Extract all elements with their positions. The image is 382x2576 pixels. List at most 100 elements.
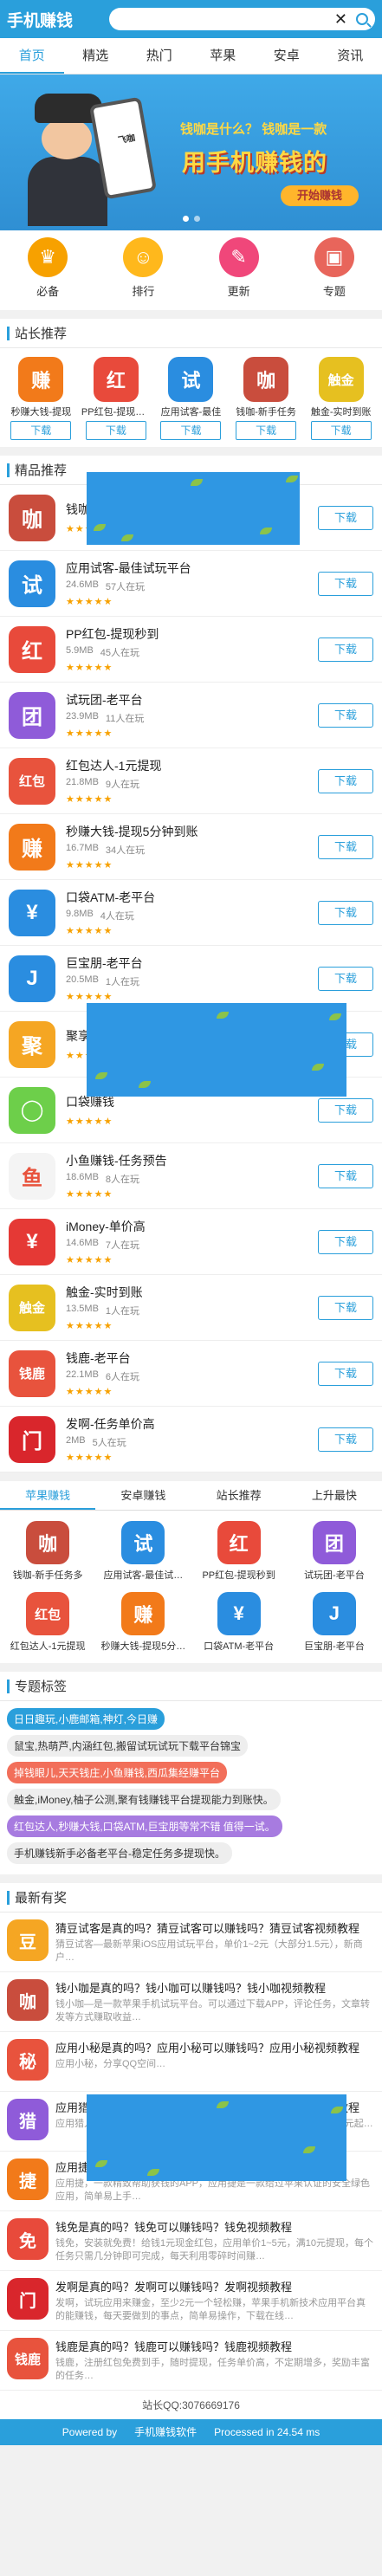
ad-overlay[interactable] — [87, 472, 300, 545]
app-name[interactable]: 应用试客-最佳试玩平台 — [66, 560, 318, 577]
app-name[interactable]: PP红包-提现秒到 — [66, 625, 318, 643]
nav-hot[interactable]: 热门 — [127, 38, 191, 74]
app-row[interactable]: 红 PP红包-提现秒到 5.9MB 45人在玩 ★★★★★ 下载 — [0, 617, 382, 683]
news-item[interactable]: 免钱免是真的吗？钱免可以赚钱吗？钱免视频教程 钱免，安装就免费！给钱1元现金红包，… — [0, 2211, 382, 2271]
app-icon[interactable]: 红包 — [9, 757, 55, 805]
download-button[interactable]: 下载 — [318, 834, 373, 859]
app-row[interactable]: 赚秒赚大钱-提现5分钟到账 16.7MB 34人在玩 ★★★★★ 下载 — [0, 814, 382, 880]
app-icon[interactable]: J — [312, 1592, 356, 1635]
news-title[interactable]: 钱鹿是真的吗？钱鹿可以赚钱吗？钱鹿视频教程 — [55, 2338, 367, 2354]
app-name[interactable]: 试玩团-老平台 — [66, 691, 318, 709]
ad-overlay[interactable] — [87, 2094, 346, 2181]
app-icon[interactable]: 试 — [121, 1521, 165, 1564]
topic-tag[interactable]: 红包达人,秒赚大钱,口袋ATM,巨宝朋等常不错 值得一试。 — [7, 1815, 282, 1837]
app-icon[interactable]: 聚 — [9, 1020, 55, 1068]
app-row[interactable]: 团试玩团-老平台 23.9MB 11人在玩 ★★★★★ 下载 — [0, 683, 382, 748]
app-icon[interactable]: ¥ — [9, 1218, 55, 1265]
app-icon[interactable]: 门 — [9, 1415, 55, 1463]
download-button[interactable]: 下载 — [318, 637, 373, 662]
app-icon[interactable]: 钱鹿 — [9, 1349, 55, 1397]
app-icon[interactable]: 猎 — [7, 2099, 49, 2140]
download-button[interactable]: 下载 — [318, 702, 373, 728]
app-icon[interactable]: 红包 — [26, 1592, 70, 1635]
app-icon[interactable]: 咖 — [26, 1521, 70, 1564]
category-app[interactable]: 团试玩团-老平台 — [287, 1516, 382, 1587]
category-app[interactable]: 红 PP红包-提现秒到 — [191, 1516, 287, 1587]
category-app[interactable]: 红包 红包达人-1元提现 — [0, 1587, 95, 1658]
app-name[interactable]: iMoney-单价高 — [66, 1218, 318, 1235]
category-tab[interactable]: 上升最快 — [287, 1481, 382, 1510]
category-app[interactable]: ¥ 口袋ATM-老平台 — [191, 1587, 287, 1658]
category-app[interactable]: J 巨宝朋-老平台 — [287, 1587, 382, 1658]
app-row[interactable]: 钱鹿 钱鹿-老平台 22.1MB 6人在玩 ★★★★★ 下载 — [0, 1341, 382, 1407]
recommend-app-name[interactable]: 应用试客-最佳 — [156, 405, 225, 418]
app-icon[interactable]: 触金 — [9, 1284, 55, 1331]
download-button[interactable]: 下载 — [318, 768, 373, 793]
download-button[interactable]: 下载 — [318, 900, 373, 925]
category-tab[interactable]: 安卓赚钱 — [95, 1481, 191, 1510]
topic-tag[interactable]: 触金,iMoney,柚子公测,聚有钱赚钱平台提现能力到账快。 — [7, 1789, 281, 1810]
news-title[interactable]: 应用小秘是真的吗？应用小秘可以赚钱吗？应用小秘视频教程 — [55, 2039, 367, 2055]
app-icon[interactable]: 红 — [9, 625, 55, 673]
nav-news[interactable]: 资讯 — [319, 38, 382, 74]
app-icon[interactable]: 门 — [7, 2278, 49, 2320]
app-name[interactable]: 秒赚大钱-提现5分钟到账 — [66, 823, 318, 840]
app-name[interactable]: 小鱼赚钱-任务预告 — [66, 1152, 318, 1169]
app-icon[interactable]: 咖 — [7, 1979, 49, 2021]
banner-dot[interactable] — [182, 216, 189, 222]
download-button[interactable]: 下载 — [236, 421, 297, 440]
banner-dot[interactable] — [193, 216, 200, 222]
app-row[interactable]: ¥ iMoney-单价高 14.6MB 7人在玩 ★★★★★ 下载 — [0, 1209, 382, 1275]
news-title[interactable]: 钱免是真的吗？钱免可以赚钱吗？钱免视频教程 — [55, 2218, 367, 2235]
app-row[interactable]: 触金 触金-实时到账 13.5MB 1人在玩 ★★★★★ 下载 — [0, 1275, 382, 1341]
app-icon[interactable]: 团 — [312, 1521, 356, 1564]
start-earning-button[interactable]: 开始赚钱 — [281, 185, 359, 206]
app-icon[interactable]: 鱼 — [9, 1152, 55, 1200]
category-app[interactable]: 试应用试客-最佳试… — [95, 1516, 191, 1587]
download-button[interactable]: 下载 — [160, 421, 222, 440]
news-title[interactable]: 发啊是真的吗？发啊可以赚钱吗？发啊视频教程 — [55, 2278, 367, 2294]
app-icon[interactable]: 豆 — [7, 1919, 49, 1961]
download-button[interactable]: 下载 — [318, 1097, 373, 1123]
app-icon[interactable]: 团 — [9, 691, 55, 739]
news-item[interactable]: 门发啊是真的吗？发啊可以赚钱吗？发啊视频教程 发啊，试玩应用来赚金，至少2元一个轻… — [0, 2271, 382, 2331]
nav-home[interactable]: 首页 — [0, 38, 64, 74]
nav-android[interactable]: 安卓 — [255, 38, 319, 74]
ad-overlay[interactable] — [87, 1003, 346, 1097]
app-icon[interactable]: 咖 — [9, 494, 55, 541]
app-row[interactable]: J 巨宝朋-老平台 20.5MB 1人在玩 ★★★★★ 下载 — [0, 946, 382, 1012]
app-icon[interactable]: 钱鹿 — [7, 2338, 49, 2379]
app-row[interactable]: 试应用试客-最佳试玩平台 24.6MB 57人在玩 ★★★★★ 下载 — [0, 551, 382, 617]
app-icon[interactable]: 秘 — [7, 2039, 49, 2081]
category-app[interactable]: 赚秒赚大钱-提现5分… — [95, 1587, 191, 1658]
download-button[interactable]: 下载 — [10, 421, 72, 440]
recommend-app-name[interactable]: PP红包-提现秒到 — [81, 405, 151, 418]
app-icon[interactable]: 赚 — [9, 823, 55, 871]
nav-apple[interactable]: 苹果 — [191, 38, 256, 74]
app-icon[interactable]: ¥ — [217, 1592, 261, 1635]
news-item[interactable]: 秘应用小秘是真的吗？应用小秘可以赚钱吗？应用小秘视频教程 应用小秘，分享QQ空间… — [0, 2032, 382, 2092]
quick-link-0[interactable]: ♛ 必备 — [0, 237, 95, 310]
app-row[interactable]: 鱼小鱼赚钱-任务预告 18.6MB 8人在玩 ★★★★★ 下载 — [0, 1143, 382, 1209]
app-icon[interactable]: ¥ — [9, 889, 55, 936]
topic-tag[interactable]: 鼠宝,热萌芦,内涵红包,搬留试玩试玩下载平台锦宝 — [7, 1735, 249, 1757]
app-row[interactable]: ¥ 口袋ATM-老平台 9.8MB 4人在玩 ★★★★★ 下载 — [0, 880, 382, 946]
app-icon[interactable]: J — [9, 955, 55, 1002]
download-button[interactable]: 下载 — [318, 1427, 373, 1452]
app-name[interactable]: 钱鹿-老平台 — [66, 1349, 318, 1367]
download-button[interactable]: 下载 — [318, 966, 373, 991]
news-item[interactable]: 钱鹿 钱鹿是真的吗？钱鹿可以赚钱吗？钱鹿视频教程 钱鹿，注册红包免费到手，随时提现，… — [0, 2331, 382, 2391]
download-button[interactable]: 下载 — [318, 1229, 373, 1254]
category-tab[interactable]: 苹果赚钱 — [0, 1481, 96, 1510]
download-button[interactable]: 下载 — [310, 421, 372, 440]
download-button[interactable]: 下载 — [318, 1295, 373, 1320]
clear-icon[interactable]: ✕ — [334, 11, 347, 27]
app-icon[interactable]: 红 — [93, 357, 139, 402]
app-icon[interactable]: 试 — [168, 357, 214, 402]
app-icon[interactable]: 赚 — [18, 357, 64, 402]
search-icon[interactable] — [356, 13, 368, 25]
download-button[interactable]: 下载 — [318, 1163, 373, 1188]
app-icon[interactable]: 免 — [7, 2218, 49, 2260]
category-app[interactable]: 咖钱咖-新手任务多 — [0, 1516, 95, 1587]
topic-tag[interactable]: 掉钱眼儿,天天钱庄,小鱼赚钱,西瓜集经赚平台 — [7, 1762, 228, 1783]
